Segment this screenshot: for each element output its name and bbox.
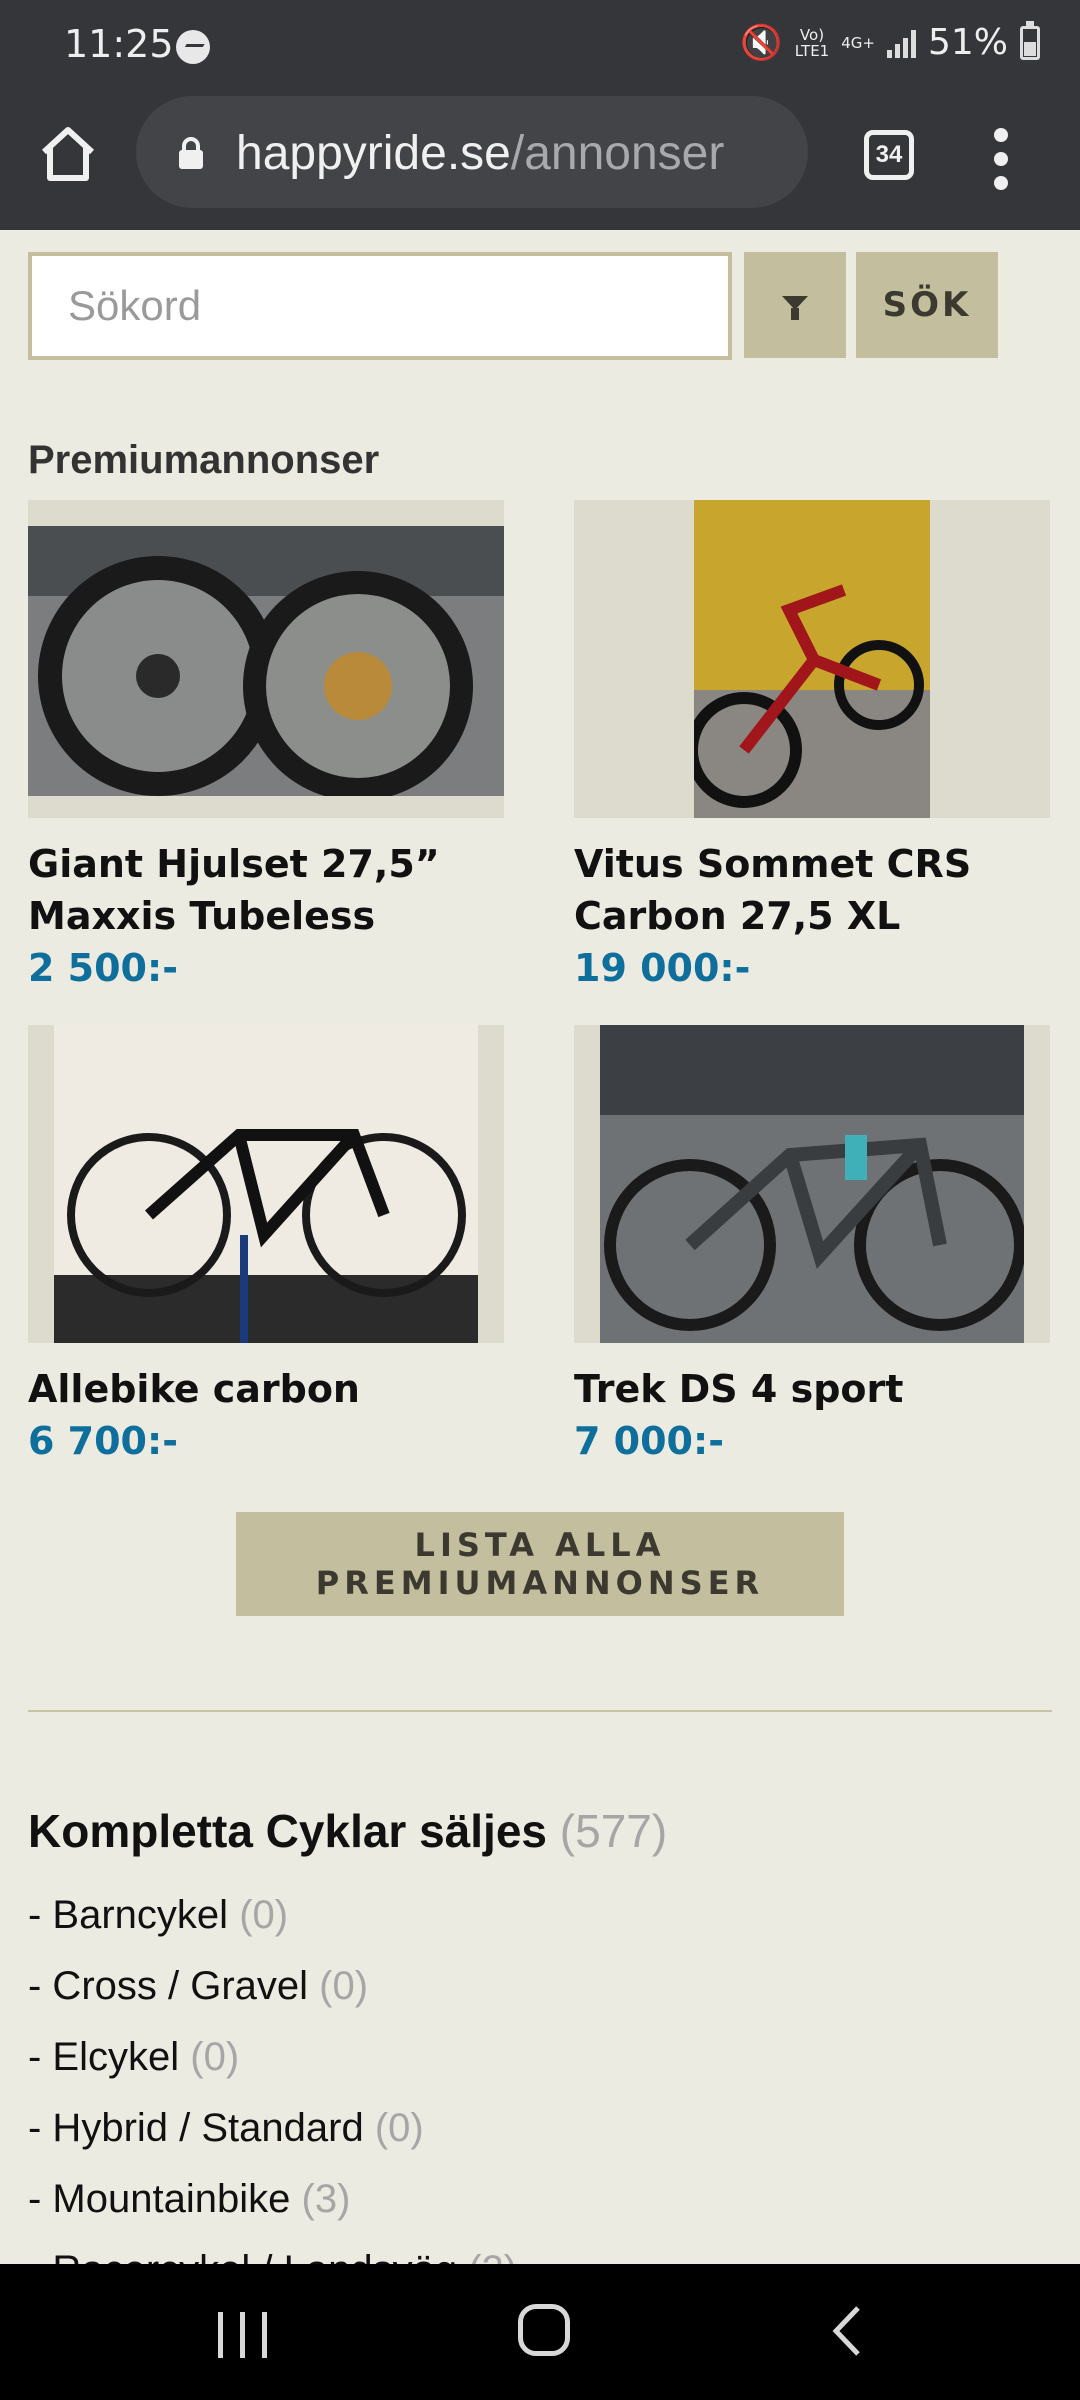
category-label: - Cross / Gravel [28,1964,309,2008]
back-icon[interactable] [832,2304,862,2358]
recent-apps-icon[interactable] [218,2312,268,2358]
premium-listing-card[interactable]: Allebike carbon 6 700:- [28,1025,504,1467]
premium-listing-card[interactable]: Trek DS 4 sport 7 000:- [574,1025,1050,1467]
category-heading-count: (577) [559,1805,668,1857]
search-button[interactable]: SÖK [856,252,998,358]
category-item[interactable]: - Hybrid / Standard (0) [28,2093,517,2164]
lock-icon [179,137,203,169]
category-list: - Barncykel (0) - Cross / Gravel (0) - E… [28,1880,517,2306]
status-icons: 🔇 Vo) LTE1 4G+ 51% [740,20,1040,63]
battery-percent: 51% [927,22,1008,63]
category-heading-label: Kompletta Cyklar säljes [28,1805,548,1857]
category-count: (3) [301,2177,351,2221]
category-item[interactable]: - Mountainbike (3) [28,2164,517,2235]
category-item[interactable]: - Barncykel (0) [28,1880,517,1951]
roadbike-photo [54,1025,478,1343]
category-item[interactable]: - Elcykel (0) [28,2022,517,2093]
tab-switcher-button[interactable]: 34 [864,130,914,180]
category-count: (0) [239,1893,289,1937]
volte-indicator: Vo) LTE1 [795,27,829,59]
listing-title: Allebike carbon [28,1363,504,1415]
listing-title-line1: Giant Hjulset 27,5” [28,842,440,886]
hybridbike-photo [600,1025,1024,1343]
listing-title-line1: Trek DS 4 sport [574,1367,904,1411]
listing-image [28,500,504,818]
address-bar[interactable]: happyride.se/annonser [136,96,808,208]
listing-price: 2 500:- [28,946,178,990]
system-navigation-bar [0,2264,1080,2400]
listing-image [574,1025,1050,1343]
listing-title-line2: Carbon 27,5 XL [574,894,901,938]
mute-icon: 🔇 [740,23,783,62]
more-menu-icon[interactable] [990,128,1012,190]
category-label: - Barncykel [28,1893,229,1937]
url-host: happyride.se [236,127,511,180]
filter-button[interactable] [744,252,846,358]
category-count: (0) [374,2106,424,2150]
search-input[interactable] [28,252,732,360]
messenger-icon [176,30,210,64]
wheelset-photo [28,526,504,796]
premium-listing-card[interactable]: Giant Hjulset 27,5” Maxxis Tubeless 2 50… [28,500,504,994]
mountainbike-photo [694,500,930,818]
listing-title: Trek DS 4 sport [574,1363,1050,1415]
status-time: 11:25 [64,22,174,66]
listing-price: 7 000:- [574,1419,724,1463]
category-count: (0) [319,1964,369,2008]
listing-title: Vitus Sommet CRS Carbon 27,5 XL [574,838,1050,942]
network-type: 4G+ [841,33,875,52]
url-path: /annonser [510,127,725,180]
listing-price: 6 700:- [28,1419,178,1463]
category-item[interactable]: - Cross / Gravel (0) [28,1951,517,2022]
status-bar: 11:25 🔇 Vo) LTE1 4G+ 51% [0,0,1080,92]
listing-title: Giant Hjulset 27,5” Maxxis Tubeless [28,838,504,942]
lte-label: LTE1 [794,41,830,60]
listing-title-line1: Allebike carbon [28,1367,360,1411]
filter-icon [782,296,808,320]
category-count: (0) [190,2035,240,2079]
list-all-premium-button[interactable]: LISTA ALLA PREMIUMANNONSER [236,1512,844,1616]
listing-price: 19 000:- [574,946,751,990]
home-icon[interactable] [36,122,100,186]
premium-listing-card[interactable]: Vitus Sommet CRS Carbon 27,5 XL 19 000:- [574,500,1050,994]
url-text: happyride.se/annonser [236,126,724,181]
home-button-icon[interactable] [518,2304,570,2356]
listing-image [574,500,1050,818]
category-heading[interactable]: Kompletta Cyklar säljes (577) [28,1804,667,1858]
category-label: - Mountainbike [28,2177,291,2221]
listing-title-line2: Maxxis Tubeless [28,894,376,938]
premium-section-title: Premiumannonser [28,438,380,482]
browser-toolbar: happyride.se/annonser 34 [0,92,1080,230]
divider [28,1710,1052,1712]
signal-icon [886,28,916,58]
category-label: - Hybrid / Standard [28,2106,364,2150]
listing-image [28,1025,504,1343]
category-label: - Elcykel [28,2035,180,2079]
battery-icon [1020,20,1040,60]
listing-title-line1: Vitus Sommet CRS [574,842,972,886]
